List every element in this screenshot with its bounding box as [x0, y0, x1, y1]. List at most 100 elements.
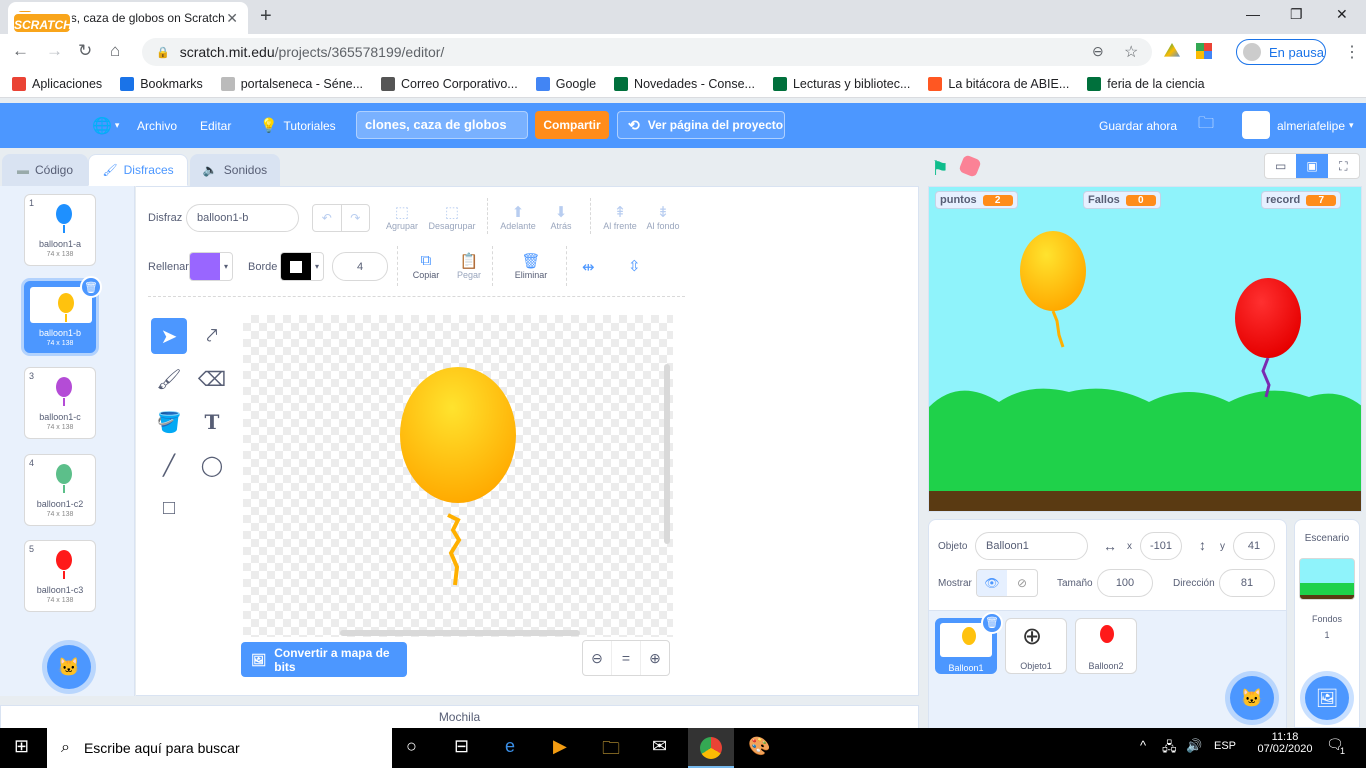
zoom-icon[interactable]: ⊖	[1092, 43, 1104, 60]
horizontal-scrollbar[interactable]	[340, 630, 580, 636]
bookmark-item[interactable]: Lecturas y bibliotec...	[772, 76, 910, 91]
maximize-icon[interactable]: ❐	[1290, 6, 1303, 23]
text-tool-icon[interactable]: T	[194, 404, 230, 440]
variable-monitor[interactable]: puntos 2	[935, 191, 1018, 209]
forward-icon[interactable]: →	[46, 41, 63, 61]
new-tab-icon[interactable]: +	[260, 5, 272, 28]
sprite-name-input[interactable]: Balloon1	[975, 532, 1088, 560]
minimize-icon[interactable]: —	[1246, 6, 1260, 22]
reload-icon[interactable]: ↻	[78, 41, 92, 61]
direction-input[interactable]: 81	[1219, 569, 1275, 597]
bookmark-item[interactable]: Bookmarks	[120, 76, 203, 91]
eye-icon[interactable]: 👁	[977, 570, 1007, 596]
save-now-button[interactable]: Guardar ahora	[1099, 103, 1177, 148]
share-button[interactable]: Compartir	[535, 111, 609, 139]
stop-icon[interactable]	[958, 154, 982, 178]
flip-horizontal-icon[interactable]: ⇹	[582, 258, 595, 276]
bookmark-item[interactable]: feria de la ciencia	[1087, 76, 1205, 91]
flip-vertical-icon[interactable]: ⇳	[628, 257, 641, 275]
costume-item[interactable]: 1 balloon1-a 74 x 138	[24, 194, 96, 266]
bookmark-item[interactable]: Google	[535, 76, 596, 91]
choose-sprite-button[interactable]: 🐱	[1230, 676, 1274, 720]
sprite-item[interactable]: Balloon2	[1075, 618, 1137, 674]
tab-code[interactable]: ▬ Código	[2, 154, 88, 186]
ungroup-button[interactable]: ⬚ Desagrupar	[427, 203, 477, 231]
cortana-icon[interactable]: ○	[406, 736, 417, 757]
edge-icon[interactable]: e	[505, 736, 515, 757]
back-button[interactable]: ⇟ Al fondo	[638, 203, 688, 231]
variable-monitor[interactable]: Fallos 0	[1083, 191, 1161, 209]
zoom-in-icon[interactable]: ⊕	[641, 641, 669, 675]
costume-item[interactable]: 5 balloon1-c3 74 x 138	[24, 540, 96, 612]
convert-to-bitmap-button[interactable]: 🖼 Convertir a mapa de bits	[241, 642, 407, 677]
tab-costumes[interactable]: 🖌 Disfraces	[88, 154, 188, 186]
bookmark-item[interactable]: La bitácora de ABIE...	[928, 76, 1069, 91]
bookmark-item[interactable]: Aplicaciones	[12, 76, 102, 91]
backward-button[interactable]: ⬇ Atrás	[536, 203, 586, 231]
outline-width-input[interactable]: 4	[332, 252, 388, 281]
menu-archivo[interactable]: Archivo	[137, 103, 177, 148]
delete-sprite-icon[interactable]: 🗑	[981, 612, 1003, 634]
eye-hidden-icon[interactable]: ⊘	[1007, 570, 1037, 596]
outline-color-picker[interactable]: ▾	[280, 252, 324, 281]
choose-backdrop-button[interactable]: 🖼	[1305, 676, 1349, 720]
costume-item[interactable]: 4 balloon1-c2 74 x 138	[24, 453, 96, 526]
task-view-icon[interactable]: ⊟	[454, 736, 469, 757]
back-icon[interactable]: ←	[12, 41, 29, 61]
menu-kebab-icon[interactable]: ⋮	[1344, 42, 1360, 62]
clock[interactable]: 11:18 07/02/2020	[1256, 731, 1314, 755]
variable-monitor[interactable]: record 7	[1261, 191, 1342, 209]
green-flag-icon[interactable]: ⚑	[931, 156, 949, 181]
fullscreen-icon[interactable]: ⛶	[1328, 154, 1359, 178]
paste-button[interactable]: 📋 Pegar	[444, 252, 494, 280]
menu-editar[interactable]: Editar	[200, 103, 231, 148]
language-indicator[interactable]: ESP	[1214, 740, 1236, 752]
zoom-reset-button[interactable]: =	[612, 641, 641, 675]
view-project-page-button[interactable]: ⟲ Ver página del proyecto	[617, 111, 785, 139]
tab-sounds[interactable]: 🔈 Sonidos	[190, 154, 280, 186]
backpack-bar[interactable]: Mochila	[0, 705, 919, 729]
chrome-taskbar-button[interactable]	[688, 728, 734, 768]
large-stage-icon[interactable]: ▣	[1296, 154, 1328, 178]
fill-color-picker[interactable]: ▾	[189, 252, 233, 281]
delete-costume-icon[interactable]: 🗑	[80, 276, 102, 298]
balloon-costume-drawing[interactable]	[243, 315, 673, 637]
bookmark-star-icon[interactable]: ☆	[1124, 42, 1138, 62]
scratch-logo[interactable]: SCRATCH	[12, 12, 72, 34]
bookmark-item[interactable]: portalseneca - Séne...	[220, 76, 363, 91]
media-player-icon[interactable]: ▶	[553, 736, 567, 757]
profile-button[interactable]: En pausa	[1236, 39, 1326, 65]
user-avatar[interactable]	[1242, 111, 1270, 139]
sprite-item[interactable]: ⊕ Objeto1	[1005, 618, 1067, 674]
volume-icon[interactable]: 🔊	[1186, 738, 1202, 754]
tray-chevron-up-icon[interactable]: ^	[1140, 738, 1146, 753]
zoom-out-icon[interactable]: ⊖	[583, 641, 612, 675]
size-input[interactable]: 100	[1097, 569, 1153, 597]
circle-tool-icon[interactable]: ◯	[194, 447, 230, 483]
bookmark-item[interactable]: Correo Corporativo...	[381, 76, 518, 91]
extension-icon[interactable]	[1196, 43, 1212, 59]
group-button[interactable]: ⬚ Agrupar	[377, 203, 427, 231]
rectangle-tool-icon[interactable]: □	[151, 490, 187, 526]
costume-name-input[interactable]: balloon1-b	[186, 204, 299, 232]
small-stage-icon[interactable]: ▭	[1265, 154, 1296, 178]
choose-costume-button[interactable]: 🐱	[47, 645, 91, 689]
project-title-input[interactable]: clones, caza de globos	[356, 111, 528, 139]
undo-icon[interactable]: ↶	[313, 205, 342, 231]
y-input[interactable]: 41	[1233, 532, 1275, 560]
close-window-icon[interactable]: ✕	[1336, 6, 1348, 23]
user-menu[interactable]: almeriafelipe ▾	[1277, 103, 1354, 148]
address-bar[interactable]: 🔒 scratch.mit.edu/projects/365578199/edi…	[142, 38, 1152, 66]
select-tool-icon[interactable]: ➤	[151, 318, 187, 354]
bookmark-item[interactable]: Novedades - Conse...	[614, 76, 755, 91]
language-globe-icon[interactable]: 🌐 ▾	[92, 103, 119, 148]
taskbar-search[interactable]: ⌕ Escribe aquí para buscar	[47, 728, 392, 768]
file-explorer-icon[interactable]: 🗀	[602, 736, 620, 766]
fill-bucket-tool-icon[interactable]: 🪣	[151, 404, 187, 440]
menu-tutoriales[interactable]: 💡 Tutoriales	[260, 103, 336, 148]
network-icon[interactable]: 🖧	[1162, 738, 1177, 760]
x-input[interactable]: -101	[1140, 532, 1182, 560]
windows-start-icon[interactable]: ⊞	[14, 736, 29, 757]
brush-tool-icon[interactable]: 🖌	[151, 361, 187, 397]
close-tab-icon[interactable]: ✕	[226, 10, 238, 27]
